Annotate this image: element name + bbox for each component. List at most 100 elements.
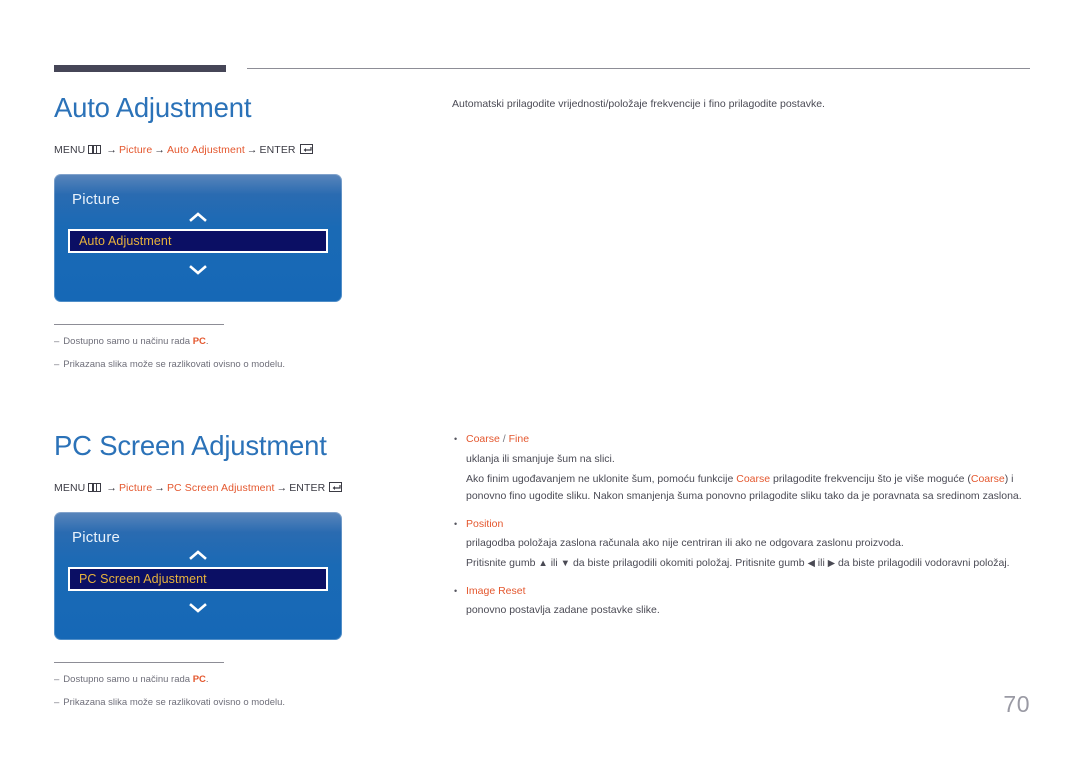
intro-paragraph: Automatski prilagodite vrijednosti/polož… [452,98,825,110]
note-dash: – [54,358,60,370]
breadcrumb-arrow-1: → [106,481,117,494]
inline-highlight-coarse: Coarse [970,472,1005,485]
bullet-paragraph: uklanja ili smanjuje šum na slici. [466,452,615,465]
note-text-post: . [205,335,209,347]
bullet-title-main: Image Reset [466,584,526,597]
breadcrumb-enter-label: ENTER [259,143,296,156]
page-title-pc-screen-adjustment: PC Screen Adjustment [54,430,327,462]
note-item: – Dostupno samo u načinu rada PC. [54,335,344,349]
document-page: Auto Adjustment MENU → Picture → Auto Adjust… [0,0,1080,763]
arrow-down-glyph: ▼ [560,557,571,569]
note-text: Prikazana slika može se razlikovati ovis… [63,358,286,370]
bullet-title: Position [466,516,1032,532]
bullet-dot: • [454,518,458,529]
text-b: ili [547,556,561,569]
breadcrumb-enter-label: ENTER [289,481,326,494]
bullet-body: Image Reset ponovno postavlja zadane pos… [466,583,1032,619]
bullet-paragraph: prilagodba položaja zaslona računala ako… [466,536,904,549]
note-dash: – [54,697,60,708]
bullet-list: • Coarse / Fine uklanja ili smanjuje šum… [452,431,1032,619]
list-item-position: • Position prilagodba položaja zaslona r… [452,516,1032,572]
text-a: Pritisnite gumb [466,556,539,569]
text-d: ili [814,556,828,569]
breadcrumb-step-picture: Picture [118,481,153,494]
breadcrumb-auto-adjustment: MENU → Picture → Auto Adjustment → ENTER [54,143,434,156]
notes-divider [54,323,224,325]
chevron-down-icon[interactable] [54,263,342,281]
menu-grid-icon [88,482,102,492]
breadcrumb-menu-label: MENU [54,143,86,156]
note-item: – Dostupno samo u načinu rada PC. [54,673,344,687]
osd-menu-preview-auto-adjustment: Picture Auto Adjustment [54,173,342,302]
chevron-up-icon[interactable] [54,548,342,566]
note-text: Dostupno samo u načinu rada [63,335,193,347]
breadcrumb-arrow-1: → [106,143,117,156]
bullet-title-sep: / [499,433,509,446]
breadcrumb-arrow-2: → [154,143,165,156]
bullet-title: Image Reset [466,583,1032,599]
bullet-title: Coarse / Fine [466,431,1032,447]
osd-item-label: PC Screen Adjustment [79,571,207,586]
header-rule-thick [54,65,226,72]
enter-arrow-glyph [303,146,312,152]
osd-selected-item-auto-adjustment[interactable]: Auto Adjustment [68,228,328,253]
breadcrumb-menu-label: MENU [54,481,86,494]
bullet-body: Coarse / Fine uklanja ili smanjuje šum n… [466,431,1032,504]
breadcrumb-arrow-2: → [154,481,165,494]
notes-auto-adjustment: – Dostupno samo u načinu rada PC. – Prikaz… [54,323,344,373]
right-column: Automatski prilagodite vrijednosti/polož… [452,96,1032,630]
notes-divider [54,661,224,663]
breadcrumb-step-target: Auto Adjustment [166,143,245,156]
list-item-coarse-fine: • Coarse / Fine uklanja ili smanjuje šum… [452,431,1032,504]
bullet-dot: • [454,585,458,596]
enter-return-icon [329,481,343,492]
osd-item-label: Auto Adjustment [79,233,172,248]
chevron-up-icon[interactable] [54,210,342,228]
bullet-title-main: Position [466,517,504,530]
note-text: Dostupno samo u načinu rada [63,673,193,685]
bullet-body: Position prilagodba položaja zaslona rač… [466,516,1032,572]
enter-arrow-glyph [332,484,341,490]
list-item-image-reset: • Image Reset ponovno postavlja zadane p… [452,583,1032,619]
note-dash: – [54,335,60,347]
breadcrumb-step-picture: Picture [118,143,153,156]
osd-title: Picture [72,190,121,208]
note-text: Prikazana slika može se razlikovati ovis… [63,697,286,708]
osd-title: Picture [72,528,121,546]
notes-pc-screen-adjustment: – Dostupno samo u načinu rada PC. – Prikaz… [54,661,344,711]
note-dash: – [54,673,60,685]
text-e: da biste prilagodili vodoravni položaj. [835,556,1010,569]
osd-menu-preview-pc-screen-adjustment: Picture PC Screen Adjustment [54,511,342,640]
breadcrumb-arrow-3: → [246,143,258,156]
bullet-paragraph: Ako finim ugođavanjem ne uklonite šum, p… [466,471,1032,505]
bullet-title-alt: Fine [508,433,530,446]
menu-grid-icon [88,144,102,154]
note-text-post: . [205,673,209,685]
arrow-right-glyph: ▶ [827,557,836,569]
header-rule-thin [247,68,1030,69]
note-item: – Prikazana slika može se razlikovati ovi… [54,358,344,372]
chevron-down-icon[interactable] [54,601,342,619]
bullet-paragraph: Pritisnite gumb ▲ ili ▼ da biste prilago… [466,555,1032,572]
page-title-auto-adjustment: Auto Adjustment [54,92,252,123]
text-b: prilagodite frekvenciju što je više mogu… [770,472,971,485]
bullet-paragraph: ponovno postavlja zadane postavke slike. [466,604,660,617]
left-column: Auto Adjustment MENU → Picture → Auto Adjust… [54,92,434,719]
arrow-up-glyph: ▲ [538,557,548,569]
note-highlight: PC [192,335,206,347]
breadcrumb-arrow-3: → [276,481,288,494]
bullet-dot: • [454,434,458,445]
section-auto-adjustment: Auto Adjustment MENU → Picture → Auto Adjust… [54,92,434,372]
breadcrumb-step-target: PC Screen Adjustment [166,481,275,494]
page-number: 70 [1003,691,1030,717]
note-item: – Prikazana slika može se razlikovati ovi… [54,696,344,710]
section-pc-screen-adjustment: PC Screen Adjustment MENU → Picture → PC Scr… [54,430,434,710]
bullet-title-main: Coarse [466,433,500,446]
arrow-left-glyph: ◀ [807,557,815,569]
text-c: da biste prilagodili okomiti položaj. Pr… [570,556,808,569]
enter-return-icon [299,143,313,154]
osd-selected-item-pc-screen-adjustment[interactable]: PC Screen Adjustment [68,566,328,591]
note-highlight: PC [192,673,206,685]
inline-highlight-coarse: Coarse [736,472,771,485]
breadcrumb-pc-screen-adjustment: MENU → Picture → PC Screen Adjustment → ENTER [54,481,434,494]
